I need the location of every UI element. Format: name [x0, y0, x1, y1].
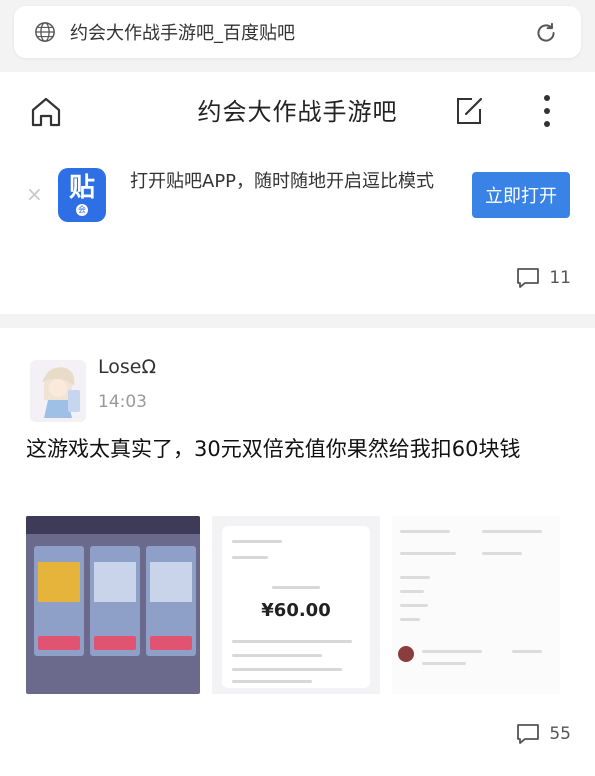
receipt-price: ¥60.00	[261, 600, 331, 621]
app-icon-badge: 会	[76, 204, 88, 216]
post-comment-count[interactable]: 55	[515, 722, 571, 746]
close-icon[interactable]: ×	[26, 182, 43, 206]
avatar[interactable]	[30, 360, 86, 422]
post-image-receipt[interactable]: ¥60.00	[212, 516, 380, 694]
post-image-order[interactable]	[392, 516, 560, 694]
post-item[interactable]: LoseΩ 14:03 这游戏太真实了，30元双倍充值你果然给我扣60块钱 ¥6…	[0, 336, 595, 776]
forum-header: 约会大作战手游吧	[0, 72, 595, 152]
divider	[0, 314, 595, 328]
url-title: 约会大作战手游吧_百度贴吧	[70, 23, 295, 44]
tieba-app-icon: 贴 会	[58, 168, 106, 222]
prev-post-comment-count[interactable]: 11	[515, 266, 571, 290]
reload-icon[interactable]	[533, 20, 559, 46]
app-icon-glyph: 贴	[68, 173, 95, 203]
open-app-button[interactable]: 立即打开	[472, 172, 570, 218]
comment-icon	[517, 724, 540, 744]
comment-count: 55	[549, 724, 571, 744]
app-promo-banner: × 贴 会 打开贴吧APP，随时随地开启逗比模式 立即打开	[0, 164, 595, 228]
comment-count: 11	[549, 268, 571, 288]
globe-icon	[35, 22, 55, 42]
avatar-image	[30, 360, 86, 422]
comment-icon	[517, 268, 540, 288]
promo-text: 打开贴吧APP，随时随地开启逗比模式	[130, 171, 435, 192]
edit-icon[interactable]	[452, 94, 486, 128]
post-images: ¥60.00	[26, 516, 571, 694]
post-username[interactable]: LoseΩ	[98, 356, 156, 378]
tieba-page: 约会大作战手游吧 × 贴 会 打开贴吧APP，随时随地开启逗比模式 立即打开 1…	[0, 72, 595, 776]
post-content[interactable]: 这游戏太真实了，30元双倍充值你果然给我扣60块钱	[26, 430, 571, 468]
forum-title: 约会大作战手游吧	[197, 98, 398, 126]
post-time: 14:03	[98, 392, 147, 412]
post-image-game[interactable]	[26, 516, 200, 694]
browser-url-bar[interactable]: 约会大作战手游吧_百度贴吧	[14, 6, 581, 58]
more-icon[interactable]	[536, 92, 558, 130]
